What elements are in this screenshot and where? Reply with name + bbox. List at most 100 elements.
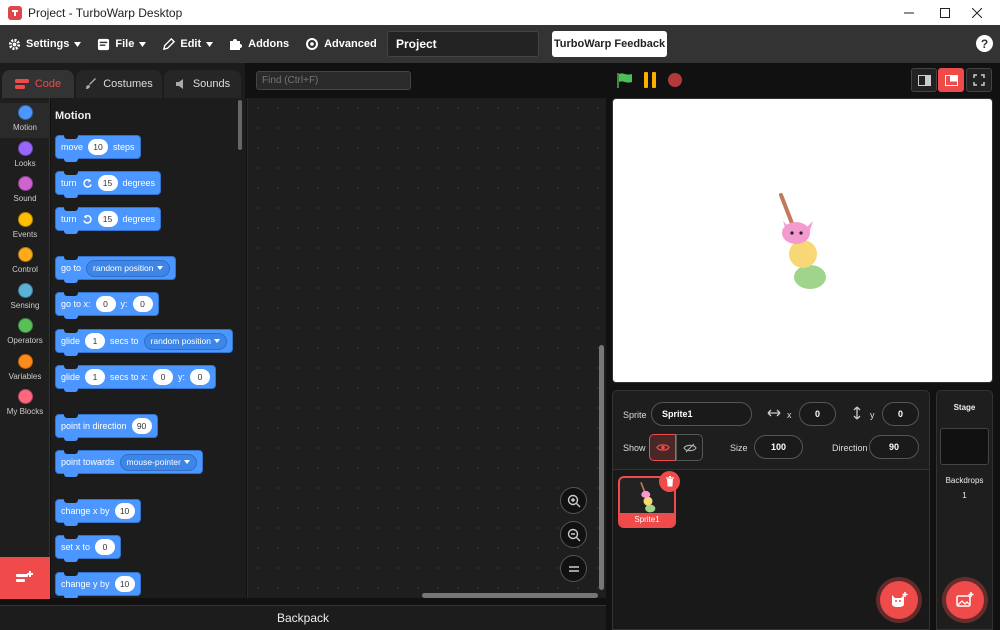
- vertical-arrows-icon: [853, 406, 861, 420]
- turbowarp-feedback-button[interactable]: TurboWarp Feedback: [552, 31, 667, 57]
- choose-sprite-button[interactable]: [880, 581, 918, 619]
- pause-button[interactable]: [642, 72, 658, 88]
- size-input[interactable]: 100: [754, 435, 803, 459]
- cat-add-icon: [892, 592, 908, 607]
- y-label: y: [870, 410, 875, 420]
- category-variables[interactable]: Variables: [0, 352, 50, 387]
- block-change-y[interactable]: change y by 10: [55, 572, 141, 598]
- category-motion[interactable]: Motion: [0, 103, 50, 138]
- sprite-on-stage[interactable]: [773, 191, 833, 291]
- normal-stage-button[interactable]: [938, 68, 964, 92]
- x-slot[interactable]: 0: [153, 369, 174, 385]
- close-window-button[interactable]: [954, 0, 1000, 25]
- horizontal-arrows-icon: [767, 409, 781, 417]
- sprite-name-input[interactable]: Sprite1: [651, 402, 752, 426]
- settings-menu[interactable]: Settings: [0, 25, 89, 63]
- green-flag-icon: [617, 73, 632, 88]
- advanced-menu[interactable]: Advanced: [297, 25, 385, 63]
- project-title-input[interactable]: Project: [387, 31, 539, 57]
- number-slot[interactable]: 15: [97, 175, 118, 191]
- block-text: secs to: [110, 336, 139, 346]
- category-sensing[interactable]: Sensing: [0, 281, 50, 316]
- direction-slot[interactable]: 90: [131, 418, 152, 434]
- green-flag-button[interactable]: [616, 72, 634, 89]
- direction-input[interactable]: 90: [869, 435, 919, 459]
- y-input[interactable]: 0: [882, 402, 919, 426]
- workspace-horizontal-scrollbar[interactable]: [422, 593, 598, 598]
- category-my-blocks[interactable]: My Blocks: [0, 387, 50, 422]
- number-slot[interactable]: 10: [88, 139, 109, 155]
- addons-menu[interactable]: Addons: [221, 25, 297, 63]
- block-point-in-direction[interactable]: point in direction 90: [55, 414, 158, 441]
- block-text: move: [61, 142, 84, 152]
- number-slot[interactable]: 0: [95, 539, 116, 555]
- add-extension-button[interactable]: [0, 557, 50, 599]
- pause-icon: [644, 72, 656, 88]
- block-turn-left[interactable]: turn 15 degrees: [55, 207, 162, 234]
- tab-sounds[interactable]: Sounds: [164, 70, 241, 98]
- code-workspace[interactable]: [247, 98, 606, 598]
- block-go-to[interactable]: go to random position: [55, 256, 176, 283]
- zoom-reset-button[interactable]: [560, 555, 587, 582]
- turbowarp-logo-icon: [8, 5, 22, 20]
- delete-sprite-button[interactable]: [659, 471, 680, 492]
- backpack-bar[interactable]: Backpack: [0, 605, 606, 630]
- category-label: Sound: [13, 194, 37, 203]
- target-dropdown[interactable]: random position: [86, 259, 170, 277]
- tab-code[interactable]: Code: [2, 70, 74, 98]
- sprite-info-panel: Sprite Sprite1 x 0 y 0 Show Size 100 Dir…: [612, 390, 930, 470]
- block-go-to-xy[interactable]: go to x: 0 y: 0: [55, 292, 159, 319]
- zoom-in-button[interactable]: [560, 487, 587, 514]
- secs-slot[interactable]: 1: [85, 333, 106, 349]
- secs-slot[interactable]: 1: [85, 369, 106, 385]
- palette-scrollbar[interactable]: [238, 100, 242, 150]
- speaker-icon: [175, 79, 183, 89]
- find-input[interactable]: [256, 71, 411, 90]
- category-sound[interactable]: Sound: [0, 174, 50, 209]
- y-slot[interactable]: 0: [190, 369, 211, 385]
- tab-costumes[interactable]: Costumes: [76, 70, 162, 98]
- zoom-out-button[interactable]: [560, 521, 587, 548]
- show-sprite-button[interactable]: [649, 434, 676, 461]
- file-label: File: [115, 38, 135, 50]
- workspace-vertical-scrollbar[interactable]: [599, 345, 604, 590]
- category-control[interactable]: Control: [0, 245, 50, 280]
- target-dropdown[interactable]: random position: [143, 332, 228, 350]
- equals-icon: [568, 565, 579, 572]
- block-text: point in direction: [61, 421, 127, 431]
- block-glide-to-xy[interactable]: glide 1 secs to x: 0 y: 0: [55, 365, 217, 392]
- block-turn-right[interactable]: turn 15 degrees: [55, 171, 162, 198]
- y-slot[interactable]: 0: [132, 296, 153, 312]
- hide-sprite-button[interactable]: [676, 434, 703, 461]
- x-slot[interactable]: 0: [95, 296, 116, 312]
- block-glide-to[interactable]: glide 1 secs to random position: [55, 329, 234, 356]
- block-move-steps[interactable]: move 10 steps: [55, 135, 141, 162]
- fullscreen-button[interactable]: [966, 68, 992, 92]
- block-point-towards[interactable]: point towards mouse-pointer: [55, 450, 203, 477]
- direction-label: Direction: [832, 443, 868, 453]
- caret-down-icon: [74, 41, 82, 47]
- edit-label: Edit: [180, 38, 202, 50]
- stage-thumbnail[interactable]: [940, 428, 989, 465]
- file-menu[interactable]: File: [89, 25, 154, 63]
- edit-menu[interactable]: Edit: [154, 25, 221, 63]
- stop-icon: [668, 73, 682, 87]
- category-looks[interactable]: Looks: [0, 139, 50, 174]
- number-slot[interactable]: 10: [114, 503, 135, 519]
- block-change-x[interactable]: change x by 10: [55, 499, 141, 526]
- category-color-dot: [17, 105, 33, 120]
- category-operators[interactable]: Operators: [0, 316, 50, 351]
- number-slot[interactable]: 15: [97, 211, 118, 227]
- stop-button[interactable]: [667, 72, 683, 88]
- block-set-x[interactable]: set x to 0: [55, 535, 122, 562]
- block-text: go to x:: [61, 299, 91, 309]
- category-events[interactable]: Events: [0, 210, 50, 245]
- target-dropdown[interactable]: mouse-pointer: [119, 453, 197, 471]
- help-button[interactable]: ?: [976, 35, 993, 52]
- block-text: change y by: [61, 579, 110, 589]
- x-input[interactable]: 0: [799, 402, 836, 426]
- number-slot[interactable]: 10: [114, 576, 135, 592]
- small-stage-button[interactable]: [911, 68, 937, 92]
- stage-canvas[interactable]: [612, 98, 993, 383]
- choose-backdrop-button[interactable]: [946, 581, 984, 619]
